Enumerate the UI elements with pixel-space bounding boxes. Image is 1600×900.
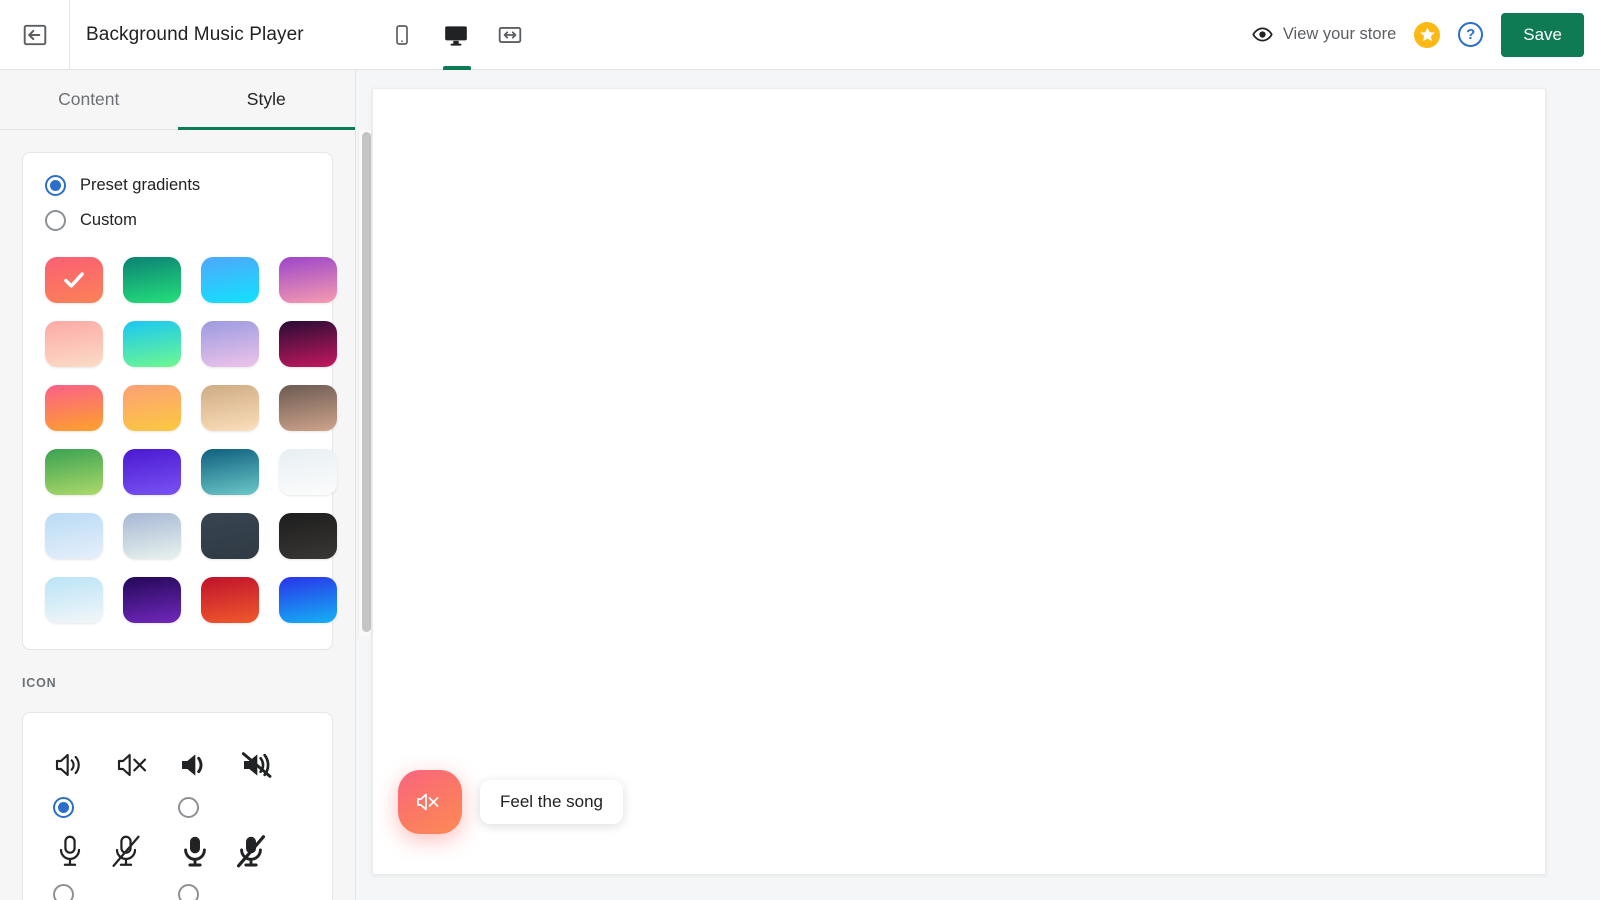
- icon-card: [22, 712, 333, 900]
- gradient-swatch[interactable]: [45, 513, 103, 559]
- gradient-swatch[interactable]: [45, 321, 103, 367]
- label-custom: Custom: [80, 211, 137, 229]
- gradient-swatch[interactable]: [201, 513, 259, 559]
- star-icon: [1420, 27, 1435, 42]
- tab-content[interactable]: Content: [0, 70, 178, 129]
- music-player-tooltip: Feel the song: [480, 780, 624, 824]
- gradient-swatch[interactable]: [279, 449, 337, 495]
- icon-option-speaker-filled[interactable]: [177, 739, 303, 818]
- radio-custom[interactable]: [45, 210, 66, 231]
- icon-option-mic-outline[interactable]: [53, 826, 178, 900]
- icon-radio-wrap-speaker-outline: [53, 797, 178, 818]
- gradient-swatch[interactable]: [279, 513, 337, 559]
- top-bar-actions: View your store ? Save: [1252, 0, 1584, 69]
- music-player-fab[interactable]: [398, 770, 462, 834]
- full-width-icon: [498, 26, 522, 43]
- gradient-swatch[interactable]: [201, 385, 259, 431]
- microphone-mute-outline-icon: [112, 835, 140, 867]
- icon-preview-mic-filled: [178, 826, 303, 878]
- speaker-mute-filled-icon: [241, 752, 271, 778]
- view-store-label: View your store: [1282, 25, 1397, 43]
- desktop-icon: [445, 25, 467, 46]
- help-button[interactable]: ?: [1458, 22, 1484, 47]
- radio-icon-speaker-filled[interactable]: [177, 797, 199, 818]
- tab-style[interactable]: Style: [177, 70, 356, 130]
- gradient-swatch[interactable]: [45, 449, 103, 495]
- gradient-swatch[interactable]: [123, 385, 181, 431]
- sidebar-scroll-area: Preset gradients Custom ICON: [0, 152, 355, 900]
- icon-radio-wrap-mic-filled: [177, 884, 303, 900]
- icon-row-microphone: [53, 826, 302, 900]
- option-custom[interactable]: Custom: [45, 210, 310, 231]
- icon-radio-wrap-speaker-filled: [177, 797, 303, 818]
- radio-icon-speaker-outline[interactable]: [53, 797, 74, 818]
- microphone-mute-filled-icon: [236, 835, 265, 868]
- eye-icon: [1252, 27, 1273, 42]
- gradient-swatch[interactable]: [123, 321, 181, 367]
- gradient-swatch-grid: [45, 257, 337, 623]
- gradient-swatch[interactable]: [279, 257, 337, 303]
- icon-preview-mic-outline: [53, 826, 178, 878]
- gradient-swatch[interactable]: [123, 257, 181, 303]
- device-button-desktop[interactable]: [439, 18, 473, 70]
- icon-option-speaker-outline[interactable]: [53, 739, 178, 818]
- gradient-swatch[interactable]: [279, 385, 337, 431]
- icon-row-speaker: [53, 739, 302, 818]
- device-preview-switcher: [385, 0, 527, 70]
- device-button-full-width[interactable]: [493, 18, 527, 52]
- radio-icon-mic-filled[interactable]: [177, 884, 199, 900]
- gradient-swatch[interactable]: [201, 257, 259, 303]
- sidebar-scrollbar[interactable]: [358, 130, 372, 636]
- icon-preview-speaker-outline: [53, 739, 178, 791]
- gradient-swatch[interactable]: [279, 321, 337, 367]
- gradient-swatch[interactable]: [123, 577, 181, 623]
- icon-section-label: ICON: [22, 676, 57, 690]
- gradient-swatch[interactable]: [279, 577, 337, 623]
- speaker-mute-outline-icon: [117, 753, 147, 777]
- gradient-swatch[interactable]: [45, 577, 103, 623]
- microphone-filled-icon: [183, 836, 206, 867]
- radio-icon-mic-outline[interactable]: [53, 884, 74, 900]
- gradient-swatch[interactable]: [123, 513, 181, 559]
- page-title: Background Music Player: [86, 23, 304, 45]
- speaker-wave-filled-icon: [181, 754, 202, 776]
- star-button[interactable]: [1414, 21, 1441, 48]
- speaker-wave-outline-icon: [55, 753, 80, 777]
- store-preview-canvas: Feel the song: [372, 88, 1546, 875]
- icon-preview-speaker-filled: [178, 739, 303, 791]
- gradient-swatch[interactable]: [123, 449, 181, 495]
- back-arrow-icon: [23, 24, 46, 45]
- question-mark-icon: ?: [1466, 26, 1476, 43]
- check-icon: [64, 272, 84, 288]
- microphone-outline-icon: [59, 835, 81, 866]
- label-preset-gradients: Preset gradients: [80, 176, 201, 194]
- gradient-swatch[interactable]: [201, 449, 259, 495]
- icon-option-mic-filled[interactable]: [177, 826, 303, 900]
- icon-radio-wrap-mic-outline: [53, 884, 178, 900]
- view-store-link[interactable]: View your store: [1252, 24, 1396, 45]
- gradient-swatch[interactable]: [45, 257, 103, 303]
- speaker-mute-outline-icon: [417, 793, 439, 811]
- radio-preset-gradients[interactable]: [45, 175, 66, 196]
- gradient-card: Preset gradients Custom: [22, 152, 337, 650]
- gradient-swatch[interactable]: [201, 577, 259, 623]
- option-preset-gradients[interactable]: Preset gradients: [45, 175, 310, 196]
- sidebar-tabs: Content Style: [0, 70, 355, 130]
- music-player-widget: Feel the song: [398, 770, 624, 834]
- gradient-swatch[interactable]: [45, 385, 103, 431]
- sidebar-scrollbar-thumb[interactable]: [362, 132, 371, 632]
- style-sidebar: Content Style Preset gradients Custom IC…: [0, 70, 356, 900]
- device-button-mobile[interactable]: [385, 18, 419, 52]
- mobile-icon: [396, 24, 408, 45]
- gradient-swatch[interactable]: [201, 321, 259, 367]
- top-bar: Background Music Player View your store …: [0, 0, 1600, 70]
- save-button[interactable]: Save: [1501, 12, 1584, 57]
- back-button[interactable]: [0, 0, 70, 69]
